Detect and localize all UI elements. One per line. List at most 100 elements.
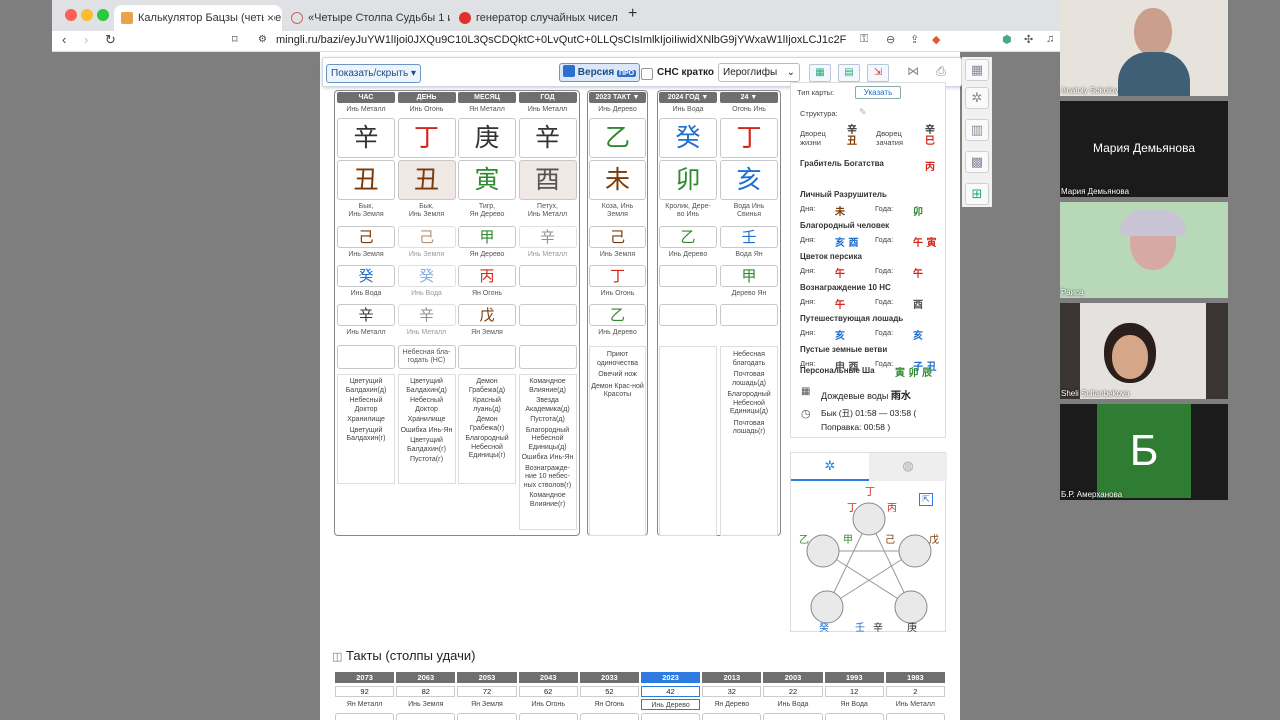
- hidden-stem[interactable]: 乙: [659, 226, 717, 248]
- earthly-branch[interactable]: 亥: [720, 160, 778, 200]
- heavenly-stem[interactable]: 癸: [659, 118, 717, 158]
- minimize-window-button[interactable]: [81, 9, 93, 21]
- star-item[interactable]: Командное Влияние(г): [520, 492, 576, 509]
- luck-age[interactable]: 82: [396, 686, 456, 697]
- luck-stem-cell[interactable]: [763, 713, 823, 720]
- star-item[interactable]: Командное Влияние(д): [520, 378, 576, 395]
- indicate-button[interactable]: Указать: [855, 86, 901, 99]
- key-icon[interactable]: ⚿: [860, 33, 868, 46]
- luck-year[interactable]: 2033: [579, 672, 639, 683]
- earthly-branch[interactable]: 未: [589, 160, 646, 200]
- zoom-icon[interactable]: ⊖: [886, 33, 895, 46]
- close-window-button[interactable]: [65, 9, 77, 21]
- export-icon[interactable]: ⇲: [867, 64, 889, 82]
- heavenly-stem[interactable]: 庚: [458, 118, 516, 158]
- star-item[interactable]: Овечий нож: [590, 371, 645, 380]
- luck-year[interactable]: 2073: [335, 672, 395, 683]
- luck-year[interactable]: 2043: [518, 672, 578, 683]
- star-item[interactable]: Благородный Небесной Единицы(д): [520, 427, 576, 453]
- hidden-stem[interactable]: 乙: [589, 304, 646, 326]
- luck-stem-cell[interactable]: [824, 713, 884, 720]
- forward-icon[interactable]: ›: [84, 31, 88, 49]
- close-tab-icon[interactable]: ×: [263, 5, 274, 31]
- hidden-stem[interactable]: 辛: [397, 304, 456, 326]
- edit-pencil-icon[interactable]: ✎: [859, 107, 867, 118]
- hidden-stem[interactable]: 己: [589, 226, 646, 248]
- tree-icon[interactable]: ⊞: [965, 183, 989, 205]
- year-header[interactable]: 2024 ГОД ▼: [659, 92, 717, 103]
- site-settings-icon[interactable]: ⚙: [258, 31, 267, 49]
- collapse-icon[interactable]: ◫: [332, 651, 342, 663]
- luck-year[interactable]: 2053: [457, 672, 517, 683]
- music-icon[interactable]: ♫: [1046, 33, 1054, 45]
- star-item[interactable]: Красный луань(д): [459, 397, 515, 414]
- pillar-header[interactable]: МЕСЯЦ: [458, 92, 516, 103]
- star-item[interactable]: Пустота(г): [399, 456, 455, 465]
- heavenly-stem[interactable]: 丁: [397, 118, 456, 158]
- luck-stem-cell[interactable]: [396, 713, 456, 720]
- star-item[interactable]: Вознагражде-ние 10 небес-ных стволов(г): [520, 465, 576, 491]
- star-item[interactable]: Цветущий Балдахин(г): [399, 437, 455, 454]
- star-item[interactable]: Звезда Академика(д): [520, 397, 576, 414]
- print-icon[interactable]: ⎙: [929, 64, 953, 82]
- star-item[interactable]: Демон Крас-ной Красоты: [590, 383, 645, 400]
- tab-random-generator[interactable]: генератор случайных чисел — Янд: [452, 5, 620, 31]
- zoom-window-button[interactable]: [97, 9, 109, 21]
- star-map-icon[interactable]: ✲: [965, 87, 989, 109]
- video-tile-amerkhanova[interactable]: Б Б.Р. Амерханова: [1060, 404, 1228, 500]
- star-item[interactable]: Почтовая лошадь(г): [721, 420, 777, 437]
- luck-age[interactable]: 32: [702, 686, 762, 697]
- star-item[interactable]: Небесный Доктор: [399, 397, 455, 414]
- hidden-stem[interactable]: [518, 304, 577, 326]
- luck-year[interactable]: 1993: [824, 672, 884, 683]
- pillar-header[interactable]: ДЕНЬ: [397, 92, 456, 103]
- earthly-branch[interactable]: 酉: [518, 160, 577, 200]
- heavenly-stem[interactable]: 丁: [720, 118, 778, 158]
- video-tile-anatoly[interactable]: Anatoly Sokolov: [1060, 0, 1228, 96]
- earthly-branch[interactable]: 寅: [458, 160, 516, 200]
- luck-year[interactable]: 2003: [763, 672, 823, 683]
- star-item[interactable]: Почтовая лошадь(д): [721, 371, 777, 388]
- luck-year[interactable]: 2063: [396, 672, 456, 683]
- hidden-stem[interactable]: 辛: [518, 226, 577, 248]
- star-item[interactable]: Пустота(д): [520, 416, 576, 425]
- extension-icon[interactable]: ⬢: [1002, 33, 1012, 46]
- star-tab-icon[interactable]: ✲: [791, 453, 869, 481]
- pillar-header[interactable]: ГОД: [518, 92, 577, 103]
- star-item[interactable]: Приют одиночества: [590, 351, 645, 368]
- star-item[interactable]: Цветущий Балдахин(д): [338, 378, 394, 395]
- star-item[interactable]: Небесная благодать: [721, 351, 777, 368]
- pillar-header[interactable]: ЧАС: [337, 92, 395, 103]
- hidden-stem[interactable]: 癸: [397, 265, 456, 287]
- luck-stem-cell[interactable]: [641, 713, 701, 720]
- new-tab-button[interactable]: +: [628, 5, 637, 23]
- chs-short-checkbox[interactable]: [641, 68, 653, 80]
- calendar-icon[interactable]: ▩: [965, 151, 989, 173]
- hidden-stem[interactable]: [659, 265, 717, 287]
- tab-four-pillars[interactable]: «Четыре Столпа Судьбы 1 и 2» и: [284, 5, 450, 31]
- share-icon[interactable]: ⇪: [910, 33, 919, 46]
- hidden-stem[interactable]: 辛: [337, 304, 395, 326]
- hidden-stem[interactable]: 甲: [458, 226, 516, 248]
- hieroglyphs-select[interactable]: Иероглифы ⌄: [718, 63, 800, 82]
- star-item[interactable]: Небесный Доктор: [338, 397, 394, 414]
- heavenly-stem[interactable]: 乙: [589, 118, 646, 158]
- table-view-icon[interactable]: ▦: [809, 64, 831, 82]
- reload-icon[interactable]: ↻: [105, 31, 116, 49]
- star-item[interactable]: Благородный Небесной Единицы(г): [459, 435, 515, 461]
- luck-year[interactable]: 2023: [641, 672, 701, 683]
- luck-age[interactable]: 42: [641, 686, 701, 697]
- luck-age[interactable]: 12: [824, 686, 884, 697]
- video-tile-maria[interactable]: Мария Демьянова Мария Демьянова: [1060, 101, 1228, 197]
- video-tile-raisa[interactable]: Раиса: [1060, 202, 1228, 298]
- video-tile-sheli[interactable]: Sheli Sultanbekova: [1060, 303, 1228, 399]
- earthly-branch[interactable]: 卯: [659, 160, 717, 200]
- luck-age[interactable]: 92: [335, 686, 395, 697]
- share-icon[interactable]: ⋈: [901, 64, 925, 82]
- hidden-stem[interactable]: 丁: [589, 265, 646, 287]
- hidden-stem[interactable]: 甲: [720, 265, 778, 287]
- version-toggle[interactable]: Версия ПРО: [559, 63, 641, 82]
- globe-tab-icon[interactable]: ◍: [869, 453, 947, 481]
- heavenly-stem[interactable]: 辛: [337, 118, 395, 158]
- grid-icon[interactable]: ▦: [965, 59, 989, 81]
